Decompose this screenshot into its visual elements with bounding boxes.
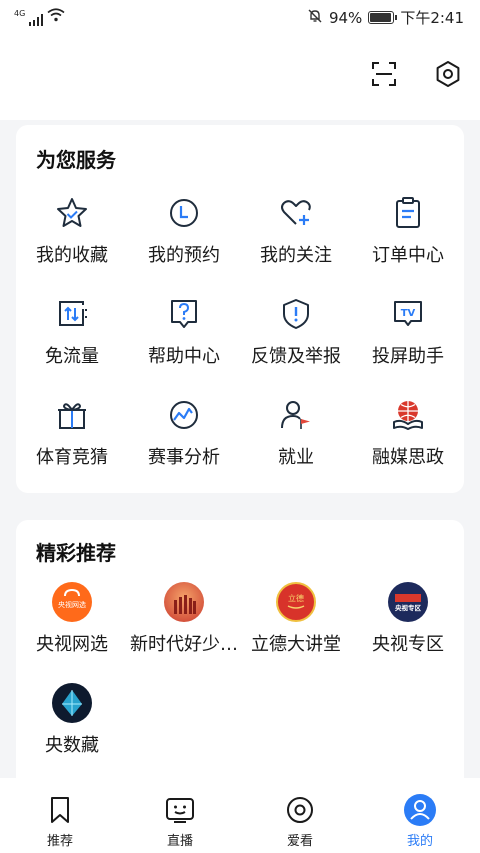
star-icon — [52, 193, 92, 233]
network-type: 4G — [14, 9, 26, 18]
service-data-free[interactable]: 免流量 — [16, 294, 128, 384]
report-shield-icon — [276, 294, 316, 334]
gear-icon — [436, 61, 460, 87]
tab-recommend[interactable]: 推荐 — [0, 778, 120, 853]
analysis-icon — [164, 395, 204, 435]
service-feedback-report[interactable]: 反馈及举报 — [240, 294, 352, 384]
tab-mine[interactable]: 我的 — [360, 778, 480, 853]
recommend-card: 精彩推荐 央视网选 央视网选 新时代好少… 立德 立德大讲堂 央视专区 央视专区… — [16, 520, 464, 778]
service-sports-quiz[interactable]: 体育竞猜 — [16, 395, 128, 485]
gift-icon — [52, 395, 92, 435]
service-orders[interactable]: 订单中心 — [352, 193, 464, 283]
new-era-youth-logo — [164, 582, 204, 622]
tv-cast-icon: TV — [388, 294, 428, 334]
recommend-label: 立德大讲堂 — [251, 634, 341, 655]
cctv-shop-logo-text: 央视网选 — [58, 600, 86, 609]
user-icon — [402, 792, 438, 828]
service-label: 订单中心 — [372, 245, 444, 266]
recommend-cctv-shop[interactable]: 央视网选 央视网选 — [16, 582, 128, 672]
tab-favorite-watch[interactable]: 爱看 — [240, 778, 360, 853]
clock-icon — [164, 193, 204, 233]
scan-icon — [372, 62, 396, 86]
scan-button[interactable] — [366, 56, 402, 92]
tab-label: 我的 — [406, 834, 433, 849]
tab-live[interactable]: 直播 — [120, 778, 240, 853]
service-label: 就业 — [278, 447, 314, 468]
mute-bell-icon — [307, 8, 323, 28]
battery-percent: 94% — [328, 8, 363, 27]
service-label: 投屏助手 — [372, 346, 444, 367]
page-header — [0, 34, 480, 120]
service-following[interactable]: 我的关注 — [240, 193, 352, 283]
employment-icon — [276, 395, 316, 435]
service-cast[interactable]: TV 投屏助手 — [352, 294, 464, 384]
service-label: 帮助中心 — [148, 346, 220, 367]
service-employment[interactable]: 就业 — [240, 395, 352, 485]
data-free-icon — [52, 294, 92, 334]
tab-label: 爱看 — [286, 834, 313, 849]
svg-text:TV: TV — [401, 308, 416, 319]
recommend-lide-lecture[interactable]: 立德 立德大讲堂 — [240, 582, 352, 672]
cctv-shop-logo: 央视网选 — [52, 582, 92, 622]
recommend-label: 央数藏 — [45, 735, 99, 756]
service-label: 赛事分析 — [148, 447, 220, 468]
globe-book-icon — [388, 395, 428, 435]
help-icon — [164, 294, 204, 334]
recommend-new-era-youth[interactable]: 新时代好少… — [128, 582, 240, 672]
lide-lecture-logo: 立德 — [276, 582, 316, 622]
bookmark-icon — [42, 792, 78, 828]
status-bar: 4G 94% 下午2:41 — [0, 0, 480, 34]
service-label: 体育竞猜 — [36, 447, 108, 468]
clock-time: 下午2:41 — [400, 9, 464, 27]
recommend-label: 央视网选 — [36, 634, 108, 655]
cctv-zone-logo-text: 央视专区 — [395, 603, 422, 612]
tv-face-icon — [162, 792, 198, 828]
battery-icon — [368, 11, 398, 24]
settings-button[interactable] — [430, 56, 466, 92]
service-media-politics[interactable]: 融媒思政 — [352, 395, 464, 485]
tab-label: 推荐 — [46, 834, 73, 849]
heart-plus-icon — [276, 193, 316, 233]
service-label: 融媒思政 — [372, 447, 444, 468]
signal-icon — [29, 14, 44, 26]
clipboard-icon — [388, 193, 428, 233]
service-label: 免流量 — [45, 346, 99, 367]
service-label: 我的预约 — [148, 245, 220, 266]
service-match-analysis[interactable]: 赛事分析 — [128, 395, 240, 485]
recommend-cctv-zone[interactable]: 央视专区 央视专区 — [352, 582, 464, 672]
service-favorites[interactable]: 我的收藏 — [16, 193, 128, 283]
service-label: 反馈及举报 — [251, 346, 341, 367]
wifi-icon — [47, 8, 65, 26]
tab-label: 直播 — [166, 834, 193, 849]
service-reservations[interactable]: 我的预约 — [128, 193, 240, 283]
bottom-tab-bar: 推荐 直播 爱看 我的 — [0, 778, 480, 853]
recommend-digital-collection[interactable]: 央数藏 — [16, 683, 128, 773]
recommend-label: 央视专区 — [372, 634, 444, 655]
lide-lecture-logo-text: 立德 — [288, 593, 304, 603]
service-label: 我的收藏 — [36, 245, 108, 266]
service-label: 我的关注 — [260, 245, 332, 266]
service-help[interactable]: 帮助中心 — [128, 294, 240, 384]
services-card: 为您服务 我的收藏 我的预约 我的关注 订单中心 免流量 帮助中心 反馈及举报 … — [16, 125, 464, 493]
cctv-zone-logo: 央视专区 — [388, 582, 428, 622]
recommend-title: 精彩推荐 — [36, 541, 116, 565]
digital-collection-logo — [52, 683, 92, 723]
services-title: 为您服务 — [36, 148, 116, 172]
recommend-label: 新时代好少… — [130, 634, 238, 655]
circle-dot-icon — [282, 792, 318, 828]
